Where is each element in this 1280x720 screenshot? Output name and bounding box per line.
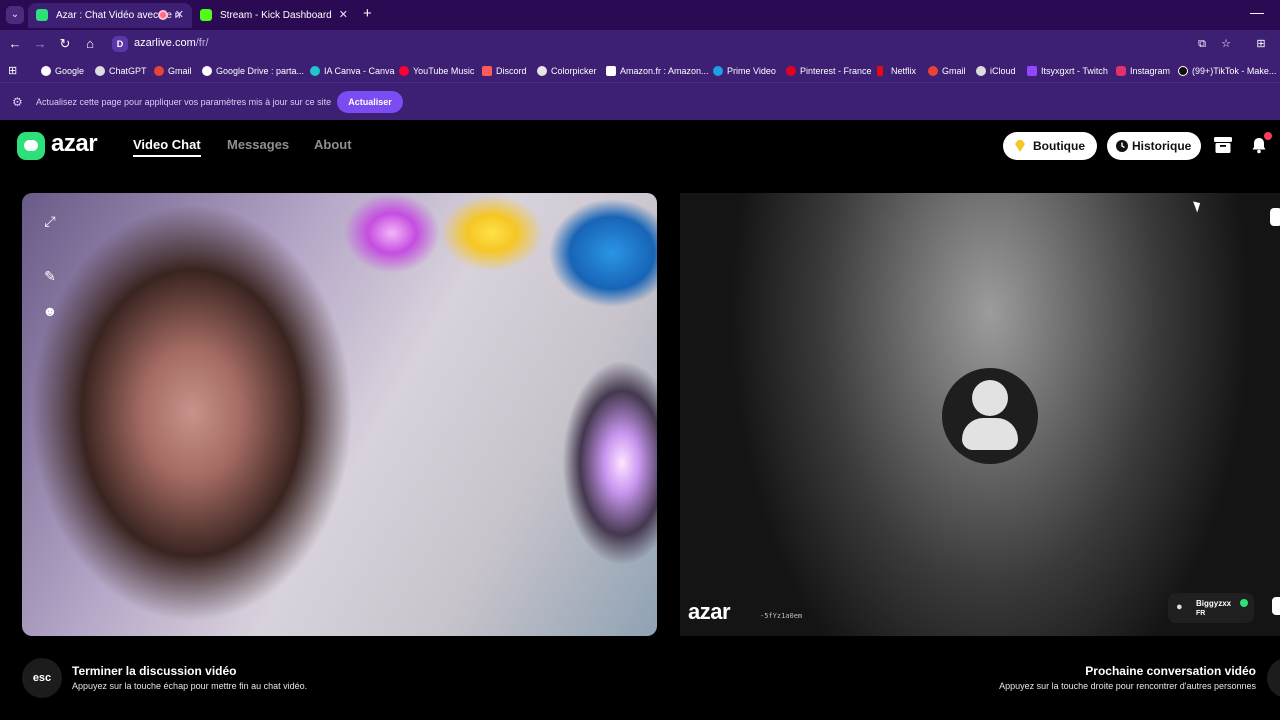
default-avatar-icon <box>942 368 1038 464</box>
tab-kick[interactable]: Stream - Kick Dashboard ✕ <box>192 3 356 28</box>
tab-title: Stream - Kick Dashboard <box>220 10 332 21</box>
side-panel-icon[interactable] <box>1270 208 1280 226</box>
new-tab-plus-icon[interactable]: + <box>363 5 372 22</box>
bookmark-colorpicker[interactable]: Colorpicker <box>537 64 597 78</box>
bookmarks-bar: ⊞ Google ChatGPT Gmail Google Drive : pa… <box>0 58 1280 82</box>
infobar-message: Actualisez cette page pour appliquer vos… <box>36 97 332 107</box>
azar-logo-text[interactable]: azar <box>51 130 98 158</box>
next-chat-title: Prochaine conversation vidéo <box>1085 664 1256 678</box>
address-toolbar: ← → ↻ ⌂ D azarlive.com/fr/ ⧉ ☆ ⊞ <box>0 30 1280 58</box>
tiktok-icon <box>1178 66 1188 76</box>
bookmark-chatgpt[interactable]: ChatGPT <box>95 64 147 78</box>
twitch-icon <box>1027 66 1037 76</box>
bookmark-instagram[interactable]: Instagram <box>1116 64 1170 78</box>
gmail-icon <box>928 66 938 76</box>
end-chat-hint: Appuyez sur la touche échap pour mettre … <box>72 681 308 691</box>
apps-grid-icon[interactable]: ⊞ <box>8 64 17 78</box>
bookmark-pinterest[interactable]: Pinterest - France <box>786 64 872 78</box>
verified-badge-icon <box>1240 599 1248 607</box>
gear-icon: ⚙ <box>12 95 23 109</box>
end-chat-title: Terminer la discussion vidéo <box>72 664 237 678</box>
settings-update-infobar: ⚙ Actualisez cette page pour appliquer v… <box>0 82 1280 120</box>
recording-indicator-icon <box>158 10 168 20</box>
notification-bell-icon[interactable] <box>1248 132 1272 156</box>
bookmark-twitch[interactable]: Itsyxgxrt - Twitch <box>1027 64 1108 78</box>
azar-logo-icon[interactable] <box>17 132 45 160</box>
chat-bubble-icon[interactable] <box>1272 597 1280 615</box>
next-chat-hint: Appuyez sur la touche droite pour rencon… <box>999 681 1256 691</box>
bookmark-amazon[interactable]: Amazon.fr : Amazon... <box>606 64 709 78</box>
url-text: azarlive.com/fr/ <box>134 37 209 49</box>
amazon-icon <box>606 66 616 76</box>
history-button[interactable]: Historique <box>1107 132 1201 160</box>
next-chat-arrow-button[interactable] <box>1267 658 1280 698</box>
nav-video-chat[interactable]: Video Chat <box>133 137 201 157</box>
refresh-page-button[interactable]: Actualiser <box>337 91 403 113</box>
extensions-icon[interactable]: ⊞ <box>1253 36 1269 52</box>
install-app-icon[interactable]: ⧉ <box>1194 36 1210 52</box>
bookmark-gmail[interactable]: Gmail <box>154 64 192 78</box>
expand-icon[interactable]: ⤢ <box>41 212 59 230</box>
close-tab-icon[interactable]: ✕ <box>339 3 348 28</box>
end-chat-esc-button[interactable]: esc <box>22 658 62 698</box>
bookmark-gmail-2[interactable]: Gmail <box>928 64 966 78</box>
peer-country: FR <box>1196 610 1206 617</box>
tab-azar[interactable]: Azar : Chat Vidéo avec de n ✕ <box>28 3 192 28</box>
google-drive-icon <box>202 66 212 76</box>
bookmark-google-drive[interactable]: Google Drive : parta... <box>202 64 304 78</box>
azar-watermark: azar <box>688 599 731 624</box>
instagram-icon <box>1116 66 1126 76</box>
colorpicker-icon <box>537 66 547 76</box>
back-arrow-icon[interactable]: ← <box>6 35 24 53</box>
inbox-box-icon[interactable] <box>1212 136 1234 156</box>
gmail-icon <box>154 66 164 76</box>
watermark-id: -5fYz1a0em <box>760 612 803 620</box>
bookmark-discord[interactable]: Discord <box>482 64 527 78</box>
azar-page: azar Video Chat Messages About Boutique … <box>0 121 1280 720</box>
chatgpt-icon <box>95 66 105 76</box>
user-icon: ● <box>1176 601 1183 613</box>
prime-video-icon <box>713 66 723 76</box>
url-bar[interactable]: D azarlive.com/fr/ ⧉ ☆ ⊞ <box>108 33 1276 55</box>
kick-favicon-icon <box>200 9 212 21</box>
gem-icon <box>1015 140 1025 152</box>
close-tab-icon[interactable]: ✕ <box>175 3 184 28</box>
shop-button[interactable]: Boutique <box>1003 132 1097 160</box>
canva-icon <box>310 66 320 76</box>
face-sticker-icon[interactable]: ☻ <box>41 302 59 320</box>
youtube-music-icon <box>399 66 409 76</box>
site-info-icon[interactable]: D <box>112 36 128 52</box>
local-camera-video: ⤢ ✎ ☻ <box>22 193 657 636</box>
browser-tab-bar: ⌄ Azar : Chat Vidéo avec de n ✕ Stream -… <box>0 0 1280 30</box>
bookmark-netflix[interactable]: Netflix <box>877 64 916 78</box>
reload-icon[interactable]: ↻ <box>56 35 74 53</box>
bookmark-star-icon[interactable]: ☆ <box>1218 36 1234 52</box>
remote-video: azar -5fYz1a0em ● Biggyzxx FR <box>680 193 1280 636</box>
nav-messages[interactable]: Messages <box>227 137 289 152</box>
nav-about[interactable]: About <box>314 137 352 152</box>
bookmark-tiktok[interactable]: (99+)TikTok - Make... <box>1178 64 1276 78</box>
pinterest-icon <box>786 66 796 76</box>
bookmark-prime-video[interactable]: Prime Video <box>713 64 776 78</box>
netflix-icon <box>877 66 883 76</box>
tab-search-icon[interactable]: ⌄ <box>6 6 24 24</box>
peer-info-badge[interactable]: ● Biggyzxx FR <box>1168 593 1254 623</box>
forward-arrow-icon[interactable]: → <box>31 35 49 53</box>
minimize-window-icon[interactable]: — <box>1250 4 1264 20</box>
bookmark-youtube-music[interactable]: YouTube Music <box>399 64 474 78</box>
bookmark-google[interactable]: Google <box>41 64 84 78</box>
discord-icon <box>482 66 492 76</box>
peer-name: Biggyzxx <box>1196 599 1232 608</box>
google-icon <box>41 66 51 76</box>
clock-icon <box>1116 140 1128 152</box>
bookmark-canva[interactable]: IA Canva - Canva <box>310 64 395 78</box>
bookmark-icloud[interactable]: iCloud <box>976 64 1016 78</box>
azar-favicon-icon <box>36 9 48 21</box>
home-icon[interactable]: ⌂ <box>81 35 99 53</box>
notification-count-badge <box>1264 132 1272 140</box>
magic-wand-effects-icon[interactable]: ✎ <box>41 267 59 285</box>
icloud-icon <box>976 66 986 76</box>
